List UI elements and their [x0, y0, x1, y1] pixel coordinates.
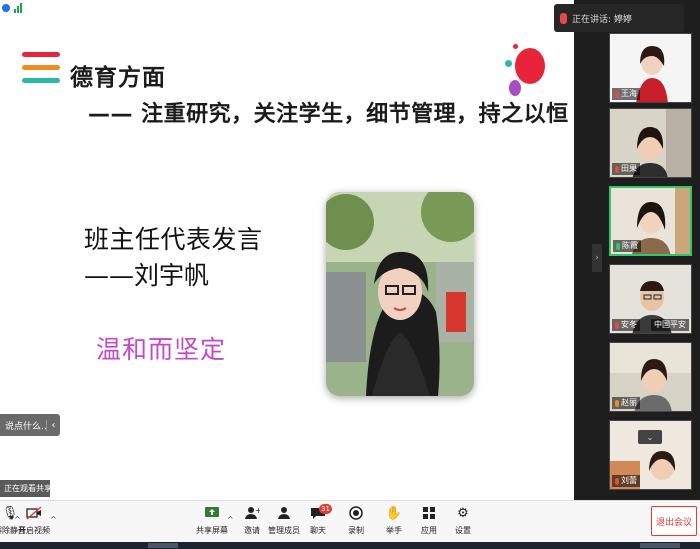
chevron-up-icon[interactable]: ^	[227, 515, 234, 524]
os-taskbar	[0, 542, 700, 549]
speaker-role: 班主任代表发言	[84, 225, 263, 254]
share-screen-icon	[204, 505, 220, 521]
mic-icon	[560, 12, 567, 24]
raise-hand-icon: ✋	[385, 505, 403, 521]
viewing-share-pill: 正在观看共享	[0, 480, 50, 497]
manage-members-button[interactable]: 管理成员	[268, 505, 300, 536]
decorative-blobs-icon	[505, 44, 550, 104]
speaker-photo	[326, 192, 474, 396]
gear-icon: ⚙	[457, 505, 469, 521]
panel-collapse-button[interactable]: ›	[592, 244, 602, 272]
speaker-name: ——刘宇帆	[84, 261, 210, 290]
participant-tile[interactable]: 赵丽	[609, 342, 692, 412]
meeting-window: 德育方面 —— 注重研究，关注学生，细节管理，持之以恒 班主任代表发言 ——刘宇…	[0, 0, 700, 549]
signal-bars-icon	[14, 3, 22, 13]
chat-input-pill[interactable]: 说点什么... ‹	[0, 414, 60, 436]
active-speaker-name: 正在讲话: 婷婷	[572, 14, 632, 25]
invite-icon: +	[244, 505, 260, 521]
network-dot-icon	[2, 4, 10, 12]
participant-name: 王海	[621, 89, 637, 98]
participant-tag: 中国平安	[654, 320, 686, 329]
chevron-down-icon[interactable]: ⌄	[638, 430, 662, 444]
participant-tile[interactable]: 安冬 中国平安	[609, 264, 692, 334]
share-screen-button[interactable]: 共享屏幕	[196, 505, 228, 536]
participant-name: 田果	[621, 164, 637, 173]
record-button[interactable]: 录制	[340, 505, 372, 536]
quality-text: 温和而坚定	[96, 335, 227, 364]
raise-hand-button[interactable]: ✋ 举手	[378, 505, 410, 536]
chat-pill-label: 说点什么...	[5, 421, 46, 432]
shared-slide: 德育方面 —— 注重研究，关注学生，细节管理，持之以恒 班主任代表发言 ——刘宇…	[0, 16, 574, 500]
active-speaker-header: 正在讲话: 婷婷	[554, 4, 684, 32]
participant-tile[interactable]: 王海	[609, 33, 692, 103]
members-icon	[276, 505, 292, 521]
participant-name: 陈霞	[622, 241, 638, 250]
video-button[interactable]: 开启视频	[18, 505, 50, 536]
svg-text:+: +	[255, 506, 260, 515]
apps-icon	[421, 505, 437, 521]
participant-name: 刘蕾	[621, 476, 637, 485]
chevron-left-icon[interactable]: ‹	[46, 419, 60, 431]
participant-tile[interactable]: 陈霞	[609, 186, 692, 256]
record-icon	[348, 505, 364, 521]
meeting-toolbar: 🎙 解除静音 ^ 开启视频 ^ 共享屏幕 ^ + 邀请	[0, 500, 700, 542]
video-off-icon	[26, 505, 42, 521]
chat-count-badge: 31	[319, 504, 332, 514]
slide-title: 德育方面	[70, 65, 166, 91]
leave-meeting-button[interactable]: 退出会议	[651, 506, 697, 536]
status-indicators	[0, 0, 22, 16]
slide-subtitle: —— 注重研究，关注学生，细节管理，持之以恒	[88, 102, 569, 127]
participant-name: 赵丽	[621, 398, 637, 407]
chevron-up-icon[interactable]: ^	[50, 515, 57, 524]
settings-button[interactable]: ⚙ 设置	[447, 505, 479, 536]
apps-button[interactable]: 应用	[413, 505, 445, 536]
participant-name: 安冬	[621, 320, 637, 329]
invite-button[interactable]: + 邀请	[236, 505, 268, 536]
participant-tile[interactable]: 田果	[609, 108, 692, 178]
stripes-icon	[22, 52, 60, 91]
